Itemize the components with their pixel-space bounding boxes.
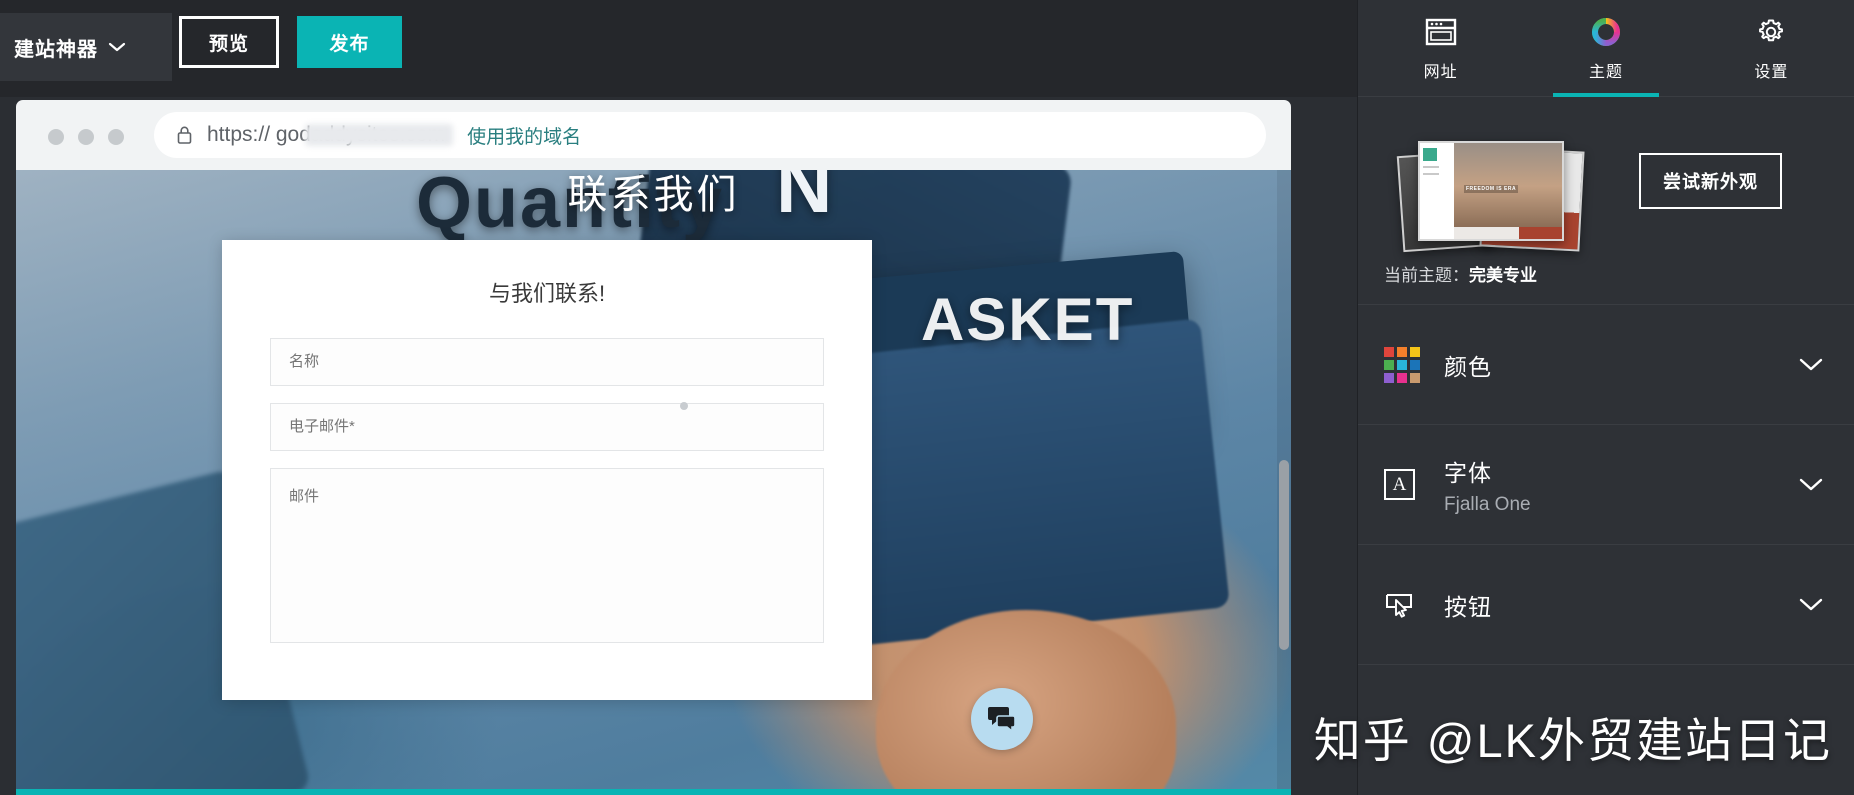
chevron-down-icon[interactable] [1796, 477, 1824, 493]
brand-menu-button[interactable]: 建站神器 [0, 13, 172, 81]
preview-button[interactable]: 预览 [179, 16, 279, 68]
right-sidebar: 网址 主题 设置 FREEDOM IS ERA 尝试新外观 当前主题：完美专业 … [1357, 0, 1854, 795]
site-preview[interactable]: N Quantity ASKET 联系我们 与我们联系! [16, 170, 1291, 795]
app-root: 建站神器 预览 发布 https:// 使用我的域名 N Quantity AS… [0, 0, 1854, 795]
top-toolbar: 建站神器 预览 发布 [0, 0, 1357, 97]
tab-theme-label: 主题 [1588, 63, 1623, 81]
sidebar-item-colors[interactable]: 颜色 [1358, 305, 1854, 425]
form-heading: 与我们联系! [488, 281, 606, 306]
buttons-text: 按钮 [1444, 588, 1796, 622]
theme-preview-block: FREEDOM IS ERA 尝试新外观 当前主题：完美专业 [1358, 97, 1854, 305]
chevron-down-icon[interactable] [1796, 597, 1824, 613]
theme-thumb-caption: FREEDOM IS ERA [1464, 185, 1519, 193]
url-bar[interactable]: https:// godaddysites.com 使用我的域名 [154, 112, 1266, 158]
tab-theme[interactable]: 主题 [1523, 0, 1688, 97]
browser-window-icon [1424, 15, 1458, 49]
tab-settings[interactable]: 设置 [1689, 0, 1854, 96]
email-field[interactable] [270, 403, 824, 451]
fonts-text: 字体 Fjalla One [1444, 454, 1796, 516]
name-field[interactable] [270, 338, 824, 386]
site-scrollbar-track[interactable] [1277, 170, 1291, 795]
current-theme-prefix: 当前主题： [1384, 266, 1469, 285]
chevron-down-icon [108, 41, 126, 53]
gear-icon [1755, 15, 1787, 49]
form-resize-handle[interactable] [680, 402, 688, 410]
close-dot-icon[interactable] [48, 129, 64, 145]
tab-website-label: 网址 [1423, 63, 1458, 81]
chat-bubble-icon[interactable] [971, 688, 1033, 750]
browser-chrome: https:// godaddysites.com 使用我的域名 [16, 100, 1291, 170]
minimize-dot-icon[interactable] [78, 129, 94, 145]
sidebar-tabs: 网址 主题 设置 [1358, 0, 1854, 97]
theme-thumb-line [1423, 166, 1439, 168]
window-controls [48, 129, 124, 145]
theme-thumb-logo [1423, 148, 1437, 161]
contact-form-card[interactable]: 与我们联系! [222, 240, 872, 700]
maximize-dot-icon[interactable] [108, 129, 124, 145]
lock-icon [176, 125, 193, 145]
fonts-title: 字体 [1444, 459, 1492, 486]
tab-website[interactable]: 网址 [1358, 0, 1523, 96]
sidebar-item-buttons[interactable]: 按钮 [1358, 545, 1854, 665]
current-theme-name: 完美专业 [1469, 266, 1537, 285]
current-theme-label: 当前主题：完美专业 [1384, 261, 1537, 286]
theme-thumbnail-stack[interactable]: FREEDOM IS ERA [1396, 135, 1585, 253]
theme-thumb-sidebar [1420, 143, 1454, 239]
color-swatch-grid-icon [1384, 346, 1444, 383]
tab-settings-label: 设置 [1754, 63, 1789, 81]
url-redaction-blur [305, 124, 453, 146]
try-new-look-button[interactable]: 尝试新外观 [1639, 153, 1782, 209]
colors-title: 颜色 [1444, 353, 1492, 380]
chevron-down-icon[interactable] [1796, 357, 1824, 373]
button-cursor-icon [1384, 591, 1444, 619]
sidebar-item-fonts[interactable]: A 字体 Fjalla One [1358, 425, 1854, 545]
colors-text: 颜色 [1444, 348, 1796, 382]
theme-thumb-photo: FREEDOM IS ERA [1454, 143, 1562, 239]
page-title: 联系我们 [567, 173, 740, 217]
theme-thumb-footer-accent [1518, 227, 1562, 239]
fonts-current-value: Fjalla One [1444, 493, 1531, 515]
site-footer-accent-strip [16, 789, 1291, 795]
brand-label: 建站神器 [14, 38, 98, 61]
color-wheel-icon [1589, 15, 1623, 49]
theme-thumb-front: FREEDOM IS ERA [1418, 141, 1564, 241]
site-scrollbar-thumb[interactable] [1279, 460, 1289, 650]
theme-thumb-line [1423, 173, 1439, 175]
letter-a-icon: A [1384, 469, 1444, 500]
buttons-title: 按钮 [1444, 593, 1492, 620]
message-field[interactable] [270, 468, 824, 643]
url-text: https:// godaddysites.com [207, 123, 453, 147]
use-my-domain-link[interactable]: 使用我的域名 [467, 122, 581, 149]
publish-button[interactable]: 发布 [297, 16, 402, 68]
editor-area: 建站神器 预览 发布 https:// 使用我的域名 N Quantity AS… [0, 0, 1357, 795]
